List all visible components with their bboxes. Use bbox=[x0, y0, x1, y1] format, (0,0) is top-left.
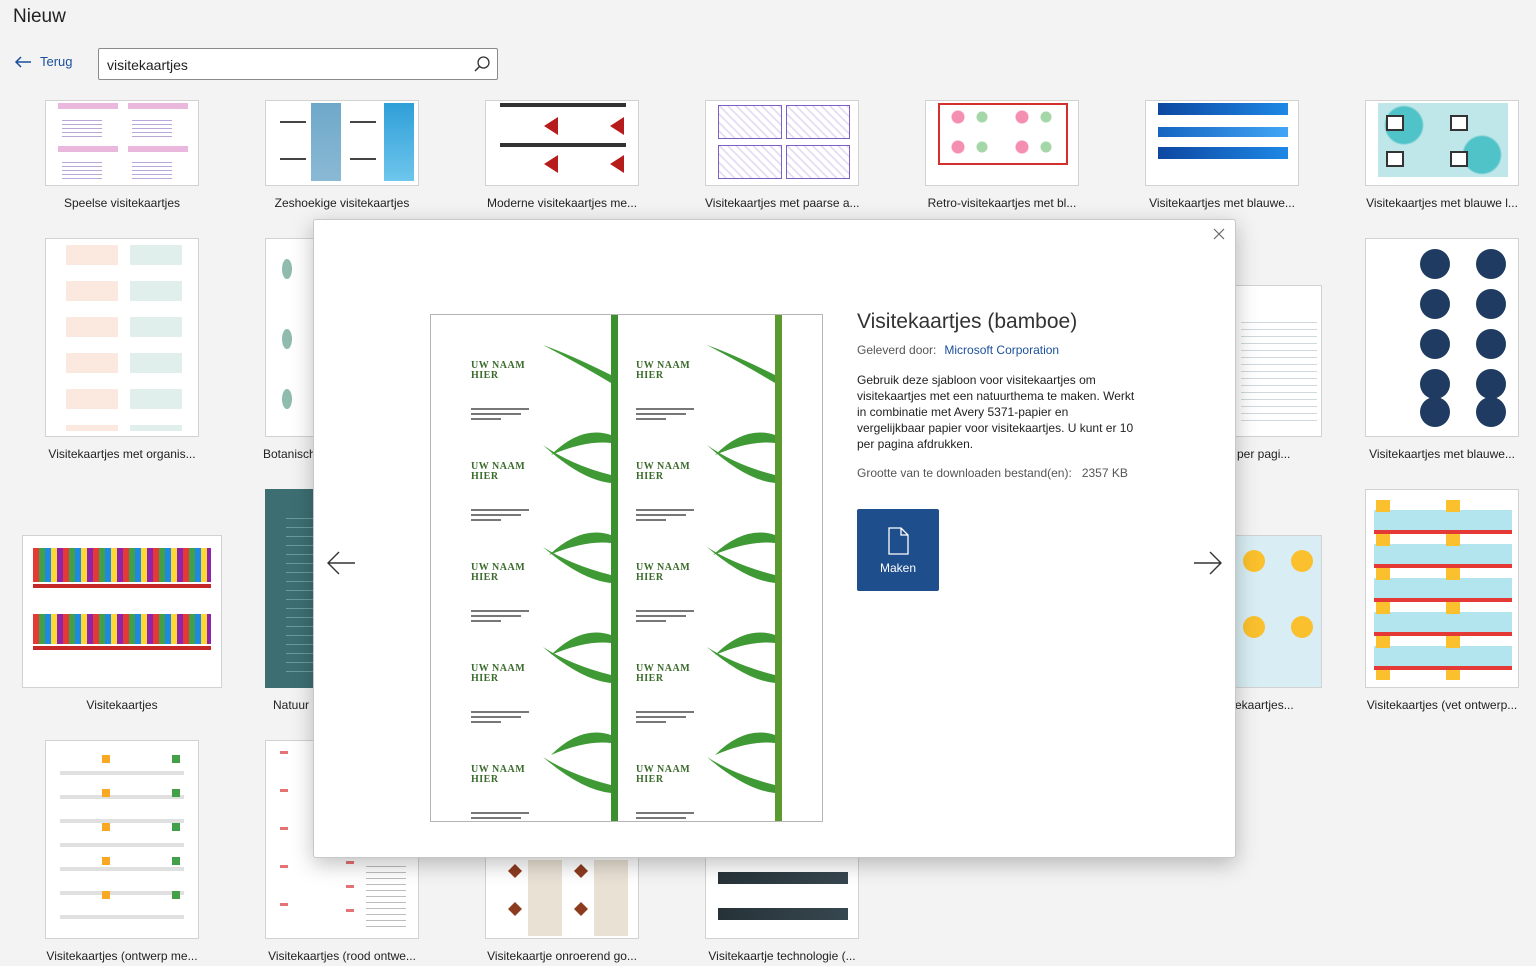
template-label: Visitekaartje onroerend go... bbox=[487, 949, 637, 963]
template-label: Moderne visitekaartjes me... bbox=[486, 196, 638, 210]
template-label: Natuur bbox=[273, 698, 310, 712]
template-label: Botanisch bbox=[263, 447, 316, 461]
chevron-left-icon[interactable] bbox=[326, 550, 356, 576]
provider-line: Geleverd door: Microsoft Corporation bbox=[857, 343, 1059, 357]
download-size-value: 2357 KB bbox=[1081, 466, 1128, 480]
document-icon bbox=[888, 527, 909, 555]
close-icon[interactable] bbox=[1211, 226, 1227, 242]
preview-address-lines bbox=[471, 408, 694, 819]
template-label: Visitekaartje technologie (... bbox=[708, 949, 856, 963]
template-label: Visitekaartjes met blauwe... bbox=[1369, 447, 1515, 461]
download-size-label: Grootte van te downloaden bestand(en): bbox=[857, 466, 1072, 480]
download-size: Grootte van te downloaden bestand(en): 23… bbox=[857, 466, 1128, 480]
template-label: Speelse visitekaartjes bbox=[63, 196, 181, 210]
template-thumbnail[interactable] bbox=[22, 535, 222, 688]
template-preview-dialog: UW NAAM HIER UW NAAM HIER UW NAAM HIER U… bbox=[313, 219, 1236, 858]
template-thumbnail[interactable] bbox=[1365, 238, 1519, 437]
template-label: Visitekaartjes met organis... bbox=[48, 447, 196, 461]
template-thumbnail[interactable] bbox=[45, 100, 199, 186]
template-thumbnail[interactable] bbox=[1234, 535, 1322, 688]
template-thumbnail[interactable] bbox=[485, 855, 639, 939]
template-label: Visitekaartjes met paarse a... bbox=[705, 196, 860, 210]
template-label: Visitekaartjes (ontwerp me... bbox=[46, 949, 198, 963]
search-input[interactable] bbox=[105, 54, 469, 76]
template-thumbnail[interactable] bbox=[1365, 489, 1519, 688]
page-title: Nieuw bbox=[13, 6, 66, 27]
template-label: Visitekaartjes met blauwe... bbox=[1149, 196, 1295, 210]
template-thumbnail[interactable] bbox=[485, 100, 639, 186]
back-arrow-icon bbox=[14, 55, 31, 68]
template-label: Visitekaartjes bbox=[86, 698, 158, 712]
back-button[interactable]: Terug bbox=[14, 54, 73, 69]
template-label: per pagi... bbox=[1237, 447, 1291, 461]
provider-link[interactable]: Microsoft Corporation bbox=[944, 343, 1059, 357]
make-button-label: Maken bbox=[879, 561, 917, 575]
template-label: Visitekaartjes (rood ontwe... bbox=[268, 949, 416, 963]
template-thumbnail[interactable] bbox=[265, 100, 419, 186]
provider-label: Geleverd door: bbox=[857, 343, 937, 357]
back-label: Terug bbox=[40, 54, 73, 69]
template-thumbnail[interactable] bbox=[925, 100, 1079, 186]
template-label: Zeshoekige visitekaartjes bbox=[274, 196, 410, 210]
template-preview-image: UW NAAM HIER UW NAAM HIER UW NAAM HIER U… bbox=[430, 314, 823, 822]
template-thumbnail[interactable] bbox=[705, 855, 859, 939]
template-description: Gebruik deze sjabloon voor visitekaartje… bbox=[857, 373, 1135, 451]
search-icon[interactable] bbox=[473, 55, 491, 73]
template-thumbnail[interactable] bbox=[45, 238, 199, 437]
template-thumbnail[interactable] bbox=[1365, 100, 1519, 186]
chevron-right-icon[interactable] bbox=[1193, 550, 1223, 576]
template-thumbnail[interactable] bbox=[45, 740, 199, 939]
template-label: ekaartjes... bbox=[1235, 698, 1294, 712]
search-box[interactable] bbox=[98, 48, 498, 80]
template-label: Retro-visitekaartjes met bl... bbox=[927, 196, 1077, 210]
template-label: Visitekaartjes (vet ontwerp... bbox=[1366, 698, 1518, 712]
template-thumbnail[interactable] bbox=[705, 100, 859, 186]
make-button[interactable]: Maken bbox=[857, 509, 939, 591]
template-label: Visitekaartjes met blauwe l... bbox=[1366, 196, 1518, 210]
template-thumbnail[interactable] bbox=[1145, 100, 1299, 186]
dialog-title: Visitekaartjes (bamboe) bbox=[857, 310, 1078, 333]
template-thumbnail[interactable] bbox=[1234, 285, 1322, 437]
